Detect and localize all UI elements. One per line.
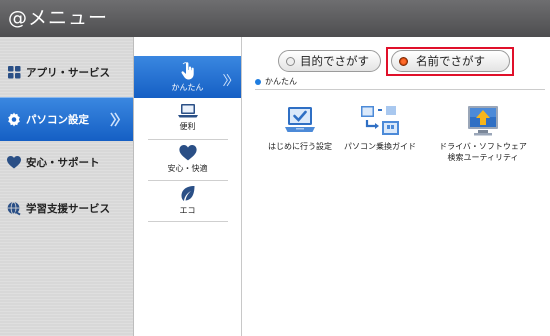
app-pc-transfer-guide[interactable]: パソコン乗換ガイド	[330, 104, 430, 152]
heart-icon	[7, 155, 21, 169]
nav-item-apps-services[interactable]: アプリ・サービス	[0, 50, 133, 94]
monitor-arrow-icon	[468, 106, 498, 136]
app-label-line1: ドライバ・ソフトウェア	[439, 142, 527, 151]
nav-item-label: 安心・サポート	[26, 156, 100, 169]
category-convenient[interactable]: 便利	[134, 101, 241, 139]
highlight-box	[386, 47, 514, 76]
app-driver-software-search[interactable]: ドライバ・ソフトウェア 検索ユーティリティ	[430, 104, 536, 163]
heart-icon	[134, 143, 241, 163]
main-panel: 目的でさがす 名前でさがす かんたん はじめに行う設定 パソコン乗換ガイド ドラ…	[242, 37, 550, 336]
category-eco[interactable]: エコ	[134, 183, 241, 221]
category-column: かんたん 〉〉 便利 安心・快適 エコ	[134, 37, 242, 336]
app-title: @メニュー	[8, 7, 109, 29]
leaf-icon	[134, 183, 241, 205]
search-by-purpose-label: 目的でさがす	[300, 54, 369, 68]
title-bar: @メニュー	[0, 0, 550, 37]
section-label: かんたん	[265, 77, 297, 86]
app-label-line2: 検索ユーティリティ	[447, 153, 519, 162]
nav-item-learning-support[interactable]: 学習支援サービス	[0, 186, 133, 230]
search-by-purpose-button[interactable]: 目的でさがす	[278, 50, 381, 72]
divider	[148, 221, 228, 222]
divider	[148, 139, 228, 140]
grid-icon	[7, 65, 21, 79]
app-label: パソコン乗換ガイド	[344, 142, 416, 151]
nav-item-label: 学習支援サービス	[26, 202, 110, 215]
laptop-icon	[134, 101, 241, 121]
gear-icon	[7, 112, 21, 127]
chevron-right-icon: 〉〉	[222, 74, 238, 89]
nav-item-label: パソコン設定	[26, 114, 89, 126]
category-label: 安心・快適	[167, 164, 208, 173]
radio-off-icon	[286, 56, 295, 66]
nav-item-safety-support[interactable]: 安心・サポート	[0, 140, 133, 184]
laptop-check-icon	[285, 107, 315, 132]
search-mode-bar: 目的でさがす 名前でさがす	[242, 47, 550, 76]
left-nav: アプリ・サービス パソコン設定 〉〉 安心・サポート 学習支援サービス	[0, 37, 134, 336]
chevron-right-icon: 〉〉	[110, 113, 128, 129]
category-easy[interactable]: かんたん 〉〉	[134, 56, 241, 98]
category-label: エコ	[179, 206, 196, 215]
divider	[255, 89, 545, 90]
app-label: はじめに行う設定	[268, 142, 332, 151]
nav-item-pc-settings[interactable]: パソコン設定 〉〉	[0, 97, 133, 141]
globe-icon	[7, 201, 21, 215]
divider	[148, 180, 228, 181]
bullet-icon	[255, 78, 261, 85]
category-safety-comfort[interactable]: 安心・快適	[134, 143, 241, 181]
category-label: 便利	[179, 122, 196, 131]
nav-item-label: アプリ・サービス	[26, 66, 110, 79]
section-header: かんたん	[255, 76, 297, 87]
transfer-icon	[361, 106, 399, 135]
